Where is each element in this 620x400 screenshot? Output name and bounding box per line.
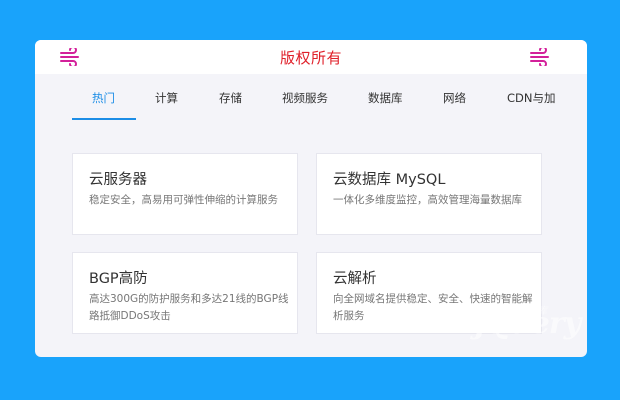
watermark-subtext: 插件库 xyxy=(517,306,547,317)
product-card-bgp[interactable]: BGP高防 高达300G的防护服务和多达21线的BGP线路抵御DDoS攻击 xyxy=(72,252,298,334)
tab-database[interactable]: 数据库 xyxy=(368,90,403,106)
tab-hot[interactable]: 热门 xyxy=(92,90,115,106)
card-description: 稳定安全，高易用可弹性伸缩的计算服务 xyxy=(89,194,278,206)
card-title: 云服务器 xyxy=(89,172,147,188)
tab-network[interactable]: 网络 xyxy=(443,90,466,106)
active-tab-indicator xyxy=(72,118,136,120)
card-description: 一体化多维度监控，高效管理海量数据库 xyxy=(333,194,522,206)
header-title: 版权所有 xyxy=(279,49,342,67)
card-title: 云数据库 MySQL xyxy=(333,172,446,188)
tab-bar: 热门 计算 存储 视频服务 数据库 网络 CDN与加 xyxy=(35,74,587,120)
header-bar: 版权所有 xyxy=(35,40,587,74)
wind-icon xyxy=(530,48,549,66)
product-card-cvm[interactable]: 云服务器 稳定安全，高易用可弹性伸缩的计算服务 xyxy=(72,153,298,235)
tab-cdn[interactable]: CDN与加 xyxy=(507,90,556,106)
card-description: 高达300G的防护服务和多达21线的BGP线路抵御DDoS攻击 xyxy=(89,293,289,322)
card-title: 云解析 xyxy=(333,271,377,287)
product-card-mysql[interactable]: 云数据库 MySQL 一体化多维度监控，高效管理海量数据库 xyxy=(316,153,542,235)
card-title: BGP高防 xyxy=(89,271,148,287)
tab-video[interactable]: 视频服务 xyxy=(282,90,328,106)
tab-compute[interactable]: 计算 xyxy=(155,90,178,106)
watermark-logo: jQuery 插件库 xyxy=(455,300,581,350)
tab-storage[interactable]: 存储 xyxy=(219,90,242,106)
